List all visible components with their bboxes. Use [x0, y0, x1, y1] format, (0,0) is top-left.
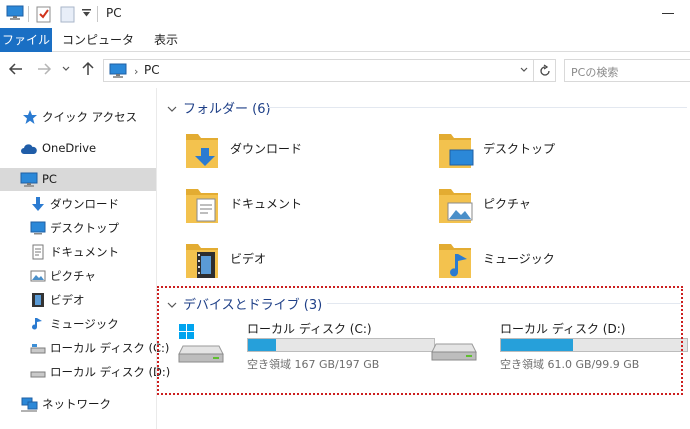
sidebar-item-downloads[interactable]: ダウンロード	[0, 192, 156, 215]
pictures-folder-icon	[439, 189, 473, 223]
folder-tile-downloads[interactable]: ダウンロード	[182, 128, 422, 172]
folder-tile-videos[interactable]: ビデオ	[182, 238, 422, 282]
drive-icon	[30, 344, 46, 354]
document-icon	[32, 244, 44, 260]
computer-icon	[20, 172, 38, 187]
picture-icon	[30, 270, 46, 282]
sidebar-item-pc[interactable]: PC	[0, 168, 156, 191]
sidebar-item-label: PC	[42, 172, 57, 186]
group-title: フォルダー (6)	[183, 102, 271, 117]
folder-tile-desktop[interactable]: デスクトップ	[435, 128, 675, 172]
network-icon	[21, 397, 38, 412]
sidebar-item-label: ネットワーク	[42, 397, 111, 411]
sidebar-item-label: ローカル ディスク (D:)	[50, 365, 171, 379]
ribbon-tabs: ファイル コンピューター 表示	[0, 28, 690, 71]
sidebar-item-drive-d[interactable]: ローカル ディスク (D:)	[0, 360, 170, 383]
sidebar-item-videos[interactable]: ビデオ	[0, 288, 156, 311]
search-placeholder: PCの検索	[571, 66, 619, 79]
group-divider	[267, 107, 687, 108]
sidebar-item-label: ミュージック	[50, 317, 119, 331]
breadcrumb-pc[interactable]: PC	[144, 63, 160, 77]
up-button[interactable]	[80, 61, 96, 77]
sidebar-item-label: デスクトップ	[50, 221, 119, 235]
tab-file[interactable]: ファイル	[0, 28, 52, 52]
minimize-button[interactable]	[662, 13, 674, 14]
tab-view[interactable]: 表示	[146, 28, 186, 52]
sidebar-item-network[interactable]: ネットワーク	[0, 392, 156, 415]
properties-icon[interactable]	[36, 5, 52, 23]
new-folder-icon[interactable]	[60, 5, 76, 23]
sidebar-item-onedrive[interactable]: OneDrive	[0, 137, 156, 160]
folder-tile-documents[interactable]: ドキュメント	[182, 183, 422, 227]
sidebar-item-label: ピクチャ	[50, 269, 96, 283]
recent-locations-button[interactable]	[60, 61, 72, 77]
sidebar-item-quick-access[interactable]: クイック アクセス	[0, 105, 156, 128]
sidebar-item-label: クイック アクセス	[42, 110, 138, 124]
sidebar-item-label: ローカル ディスク (C:)	[50, 341, 170, 355]
cloud-icon	[21, 144, 37, 154]
chevron-down-icon	[167, 105, 177, 116]
star-icon	[23, 110, 37, 124]
folder-label: ミュージック	[483, 252, 555, 266]
arrow-left-icon	[8, 63, 22, 75]
chevron-down-icon	[62, 66, 70, 71]
address-dropdown-icon[interactable]	[519, 64, 529, 79]
desktop-icon	[30, 221, 46, 235]
customize-toolbar-icon[interactable]	[82, 9, 91, 18]
folder-tile-music[interactable]: ミュージック	[435, 238, 675, 282]
folders-group-header[interactable]: フォルダー (6)	[167, 98, 271, 117]
folder-label: ダウンロード	[230, 142, 303, 156]
breadcrumb-separator-icon: ›	[134, 65, 139, 78]
sidebar-item-label: ダウンロード	[50, 197, 119, 211]
folder-label: ピクチャ	[483, 197, 531, 211]
refresh-icon	[539, 64, 550, 76]
sidebar-item-label: OneDrive	[42, 141, 97, 155]
back-button[interactable]	[8, 61, 24, 77]
search-input[interactable]: PCの検索	[564, 59, 690, 82]
folder-label: ドキュメント	[230, 197, 303, 211]
documents-folder-icon	[186, 189, 218, 223]
sidebar-item-documents[interactable]: ドキュメント	[0, 240, 156, 263]
drive-icon	[30, 371, 46, 378]
computer-icon	[109, 63, 127, 78]
title-separator	[97, 6, 98, 22]
folder-label: ビデオ	[230, 252, 267, 266]
refresh-button[interactable]	[534, 59, 556, 82]
download-folder-icon	[186, 134, 218, 168]
navigation-pane: クイック アクセス OneDrive PC ダウンロード デスクトップ ドキュメ…	[0, 88, 170, 429]
computer-icon[interactable]	[6, 5, 24, 21]
highlight-outline	[157, 286, 683, 395]
music-icon	[32, 318, 42, 330]
folder-label: デスクトップ	[483, 142, 556, 156]
music-folder-icon	[439, 244, 471, 278]
arrow-right-icon	[38, 63, 52, 75]
address-bar[interactable]: › PC	[103, 59, 534, 82]
tab-computer[interactable]: コンピューター	[60, 28, 136, 71]
desktop-folder-icon	[439, 134, 474, 168]
title-separator	[28, 6, 29, 22]
videos-folder-icon	[186, 244, 218, 278]
sidebar-item-drive-c[interactable]: ローカル ディスク (C:)	[0, 336, 169, 359]
sidebar-item-pictures[interactable]: ピクチャ	[0, 264, 156, 287]
sidebar-item-music[interactable]: ミュージック	[0, 312, 156, 335]
arrow-up-icon	[82, 61, 94, 75]
sidebar-item-label: ビデオ	[50, 293, 85, 307]
title-bar: PC	[0, 0, 690, 28]
sidebar-item-label: ドキュメント	[50, 245, 119, 259]
address-row: › PC PCの検索	[0, 52, 690, 88]
sidebar-item-desktop[interactable]: デスクトップ	[0, 216, 156, 239]
forward-button[interactable]	[36, 61, 52, 77]
download-icon	[32, 197, 44, 211]
window-title: PC	[106, 6, 122, 20]
video-icon	[32, 293, 44, 307]
folder-tile-pictures[interactable]: ピクチャ	[435, 183, 675, 227]
